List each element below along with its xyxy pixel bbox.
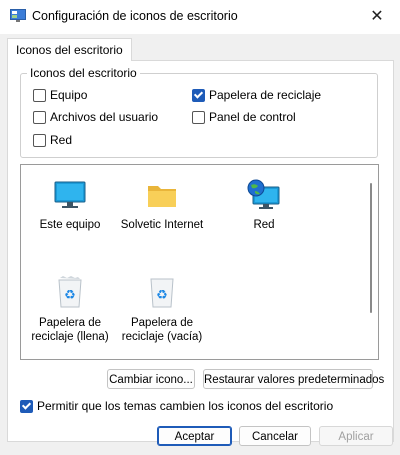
- checkbox-archivos-usuario[interactable]: Archivos del usuario: [33, 110, 158, 124]
- cancel-button[interactable]: Cancelar: [239, 426, 311, 446]
- checkbox-equipo[interactable]: Equipo: [33, 88, 87, 102]
- desktop-icons-groupbox: Iconos del escritorio Equipo Papelera de…: [20, 66, 378, 158]
- icon-item-papelera-llena[interactable]: ♻ Papelera de reciclaje (llena): [25, 275, 115, 344]
- checkbox-box[interactable]: [33, 110, 46, 124]
- icon-list-view[interactable]: Este equipo Solvetic Internet Red ♻ Pape…: [20, 164, 379, 360]
- checkbox-label: Panel de control: [209, 110, 296, 124]
- groupbox-legend: Iconos del escritorio: [27, 66, 140, 80]
- checkbox-label: Papelera de reciclaje: [209, 88, 322, 102]
- checkbox-box[interactable]: [33, 133, 46, 147]
- list-scrollbar[interactable]: [370, 183, 372, 313]
- tab-desktop-icons[interactable]: Iconos del escritorio: [7, 38, 132, 61]
- change-icon-button[interactable]: Cambiar icono...: [107, 369, 195, 389]
- checkbox-box[interactable]: [33, 88, 46, 102]
- ok-button[interactable]: Aceptar: [157, 426, 232, 446]
- recycle-bin-empty-icon: ♻: [144, 275, 180, 309]
- dialog-client-area: Iconos del escritorio Iconos del escrito…: [0, 34, 400, 455]
- checkbox-red[interactable]: Red: [33, 133, 72, 147]
- checkbox-panel-control[interactable]: Panel de control: [192, 110, 296, 124]
- checkbox-label: Red: [50, 133, 73, 147]
- restore-defaults-button[interactable]: Restaurar valores predeterminados: [203, 369, 384, 389]
- checkbox-label: Archivos del usuario: [50, 110, 159, 124]
- close-icon: ✕: [370, 8, 384, 25]
- svg-text:♻: ♻: [64, 288, 76, 303]
- checkbox-box[interactable]: [192, 88, 205, 102]
- apply-button: Aplicar: [319, 426, 393, 446]
- icon-item-label: Papelera de reciclaje (vacía): [121, 317, 203, 343]
- checkbox-label: Equipo: [50, 88, 88, 102]
- icon-item-papelera-vacia[interactable]: ♻ Papelera de reciclaje (vacía): [117, 275, 207, 344]
- checkbox-box[interactable]: [192, 110, 205, 124]
- window-title: Configuración de iconos de escritorio: [32, 9, 238, 23]
- icon-item-label: Solvetic Internet: [120, 219, 204, 231]
- checkbox-papelera[interactable]: Papelera de reciclaje: [192, 88, 321, 102]
- desktop-settings-icon: [10, 9, 26, 22]
- checkbox-label: Permitir que los temas cambien los icono…: [37, 399, 334, 413]
- network-globe-icon: [246, 177, 282, 211]
- icon-item-red[interactable]: Red: [219, 177, 309, 232]
- checkbox-box[interactable]: [20, 399, 33, 413]
- title-bar: Configuración de iconos de escritorio ✕: [0, 0, 400, 34]
- folder-icon: [144, 177, 180, 211]
- tab-pane: Iconos del escritorio Equipo Papelera de…: [7, 60, 394, 442]
- icon-item-este-equipo[interactable]: Este equipo: [25, 177, 115, 232]
- allow-themes-checkbox[interactable]: Permitir que los temas cambien los icono…: [20, 399, 333, 413]
- icon-item-label: Este equipo: [39, 219, 101, 231]
- monitor-icon: [52, 177, 88, 211]
- close-button[interactable]: ✕: [354, 0, 400, 32]
- icon-item-label: Red: [253, 219, 275, 231]
- recycle-bin-full-icon: ♻: [52, 275, 88, 309]
- icon-item-solvetic-internet[interactable]: Solvetic Internet: [117, 177, 207, 232]
- svg-text:♻: ♻: [156, 288, 168, 303]
- icon-item-label: Papelera de reciclaje (llena): [31, 317, 109, 343]
